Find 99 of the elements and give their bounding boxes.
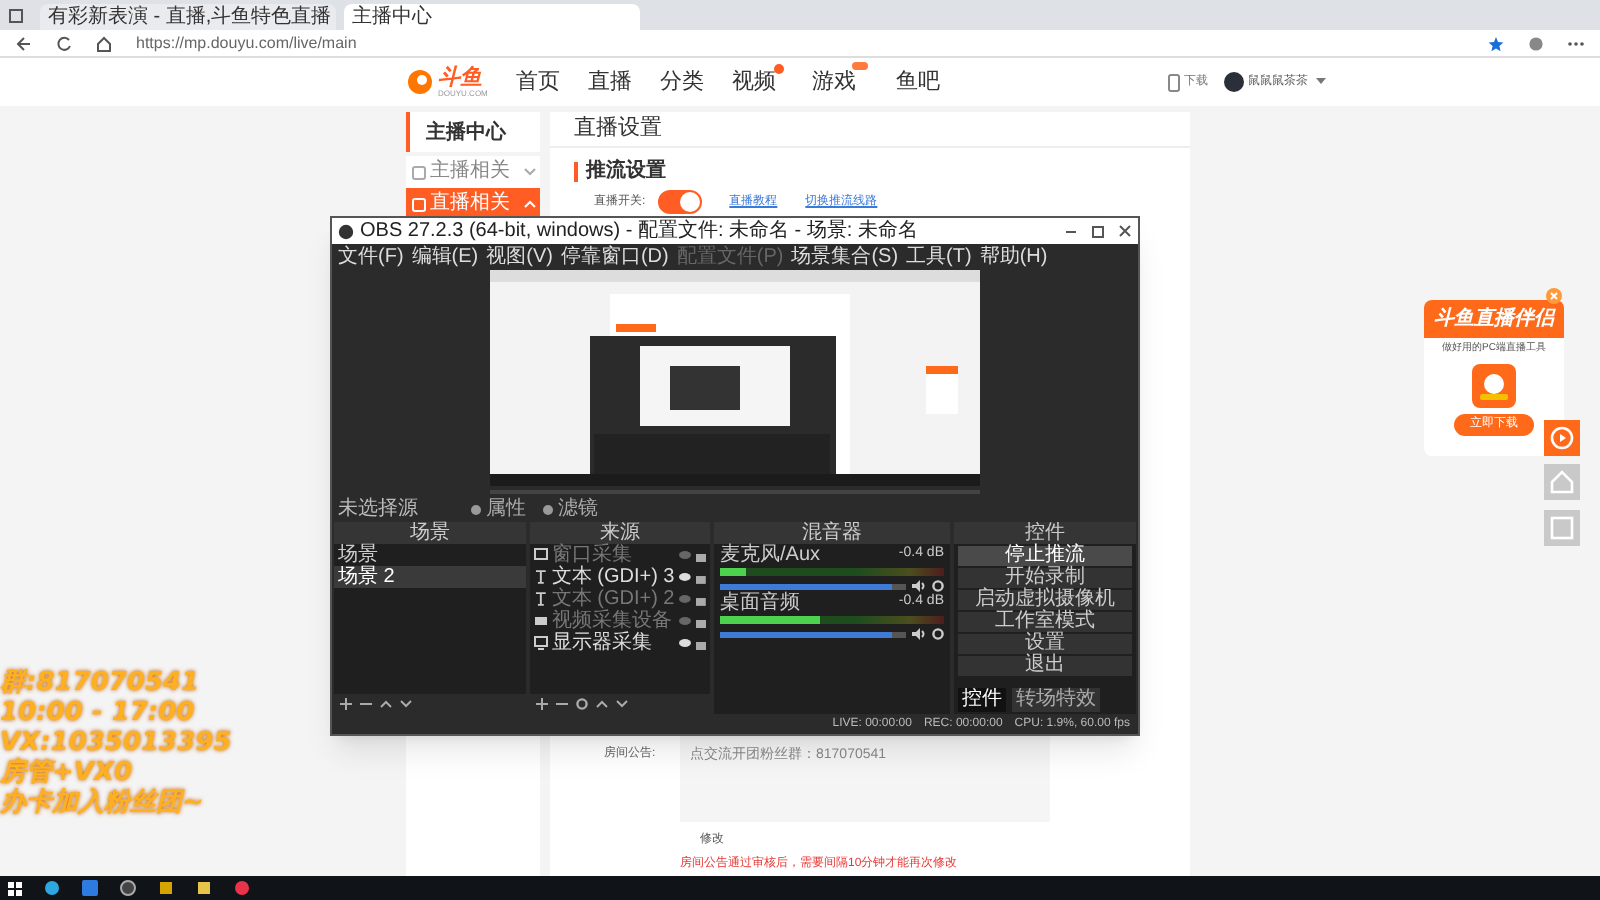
nav-link[interactable]: 分类 (660, 65, 704, 99)
chevron-icon (524, 168, 536, 176)
avatar (1224, 72, 1244, 92)
start-icon (8, 881, 22, 895)
nav-link[interactable]: 首页 (516, 65, 560, 99)
window-title: OBS 27.2.3 (64-bit, windows) - 配置文件: 未命名 - 场景: 未命名 (360, 219, 918, 243)
dock-title: 来源 (530, 522, 710, 544)
overlay-text: VX:1035013395 (0, 728, 232, 758)
overlay-text: 群:817070541 (0, 668, 202, 698)
phone-icon (1168, 73, 1180, 91)
folder-icon (196, 880, 212, 896)
down-icon (400, 698, 412, 710)
expand-icon[interactable] (1544, 510, 1580, 546)
control-button[interactable]: 停止推流 (958, 546, 1132, 566)
sidebar-item-label: 主播相关 (430, 162, 512, 182)
tag-badge-icon (852, 61, 868, 70)
up-icon (596, 698, 608, 710)
fish-logo-icon (406, 68, 434, 96)
play-icon[interactable] (1544, 420, 1580, 456)
logo-text: 斗鱼 (438, 67, 484, 89)
volume-slider[interactable] (720, 631, 906, 637)
source-item[interactable]: 视频采集设备 (552, 611, 674, 631)
app-icon (82, 880, 98, 896)
nav-link[interactable]: 视频 (732, 65, 776, 99)
home-icon[interactable] (1544, 464, 1580, 500)
control-button[interactable]: 工作室模式 (958, 612, 1132, 632)
volume-slider[interactable] (720, 583, 906, 589)
dock-tab[interactable]: 转场特效 (1012, 688, 1100, 712)
control-button[interactable]: 退出 (958, 656, 1132, 676)
dock-tab[interactable]: 控件 (958, 688, 1006, 712)
filters-button[interactable]: 滤镜 (542, 500, 598, 520)
promo-title: 斗鱼直播伴侣 (1424, 300, 1564, 338)
close-icon (1546, 288, 1562, 304)
menu-item[interactable]: 场景集合(S) (791, 247, 899, 267)
star-icon (1488, 35, 1504, 51)
properties-button[interactable]: 属性 (470, 500, 526, 520)
chevron-icon (524, 200, 536, 208)
channel-name: 麦克风/Aux (720, 546, 821, 566)
channel-name: 桌面音频 (720, 594, 800, 614)
source-item[interactable]: 文本 (GDI+) 3 (551, 567, 675, 587)
add-icon (340, 698, 352, 710)
obs-logo-icon (338, 223, 354, 239)
obs-app-icon (120, 880, 136, 896)
up-icon (380, 698, 392, 710)
item-icon (412, 197, 426, 211)
app-icon (158, 880, 174, 896)
text-source-icon (534, 570, 548, 584)
source-item[interactable]: 文本 (GDI+) 2 (551, 589, 675, 609)
browser-tab[interactable]: 主播中心 (344, 4, 640, 30)
nav-link[interactable]: 鱼吧 (896, 65, 940, 99)
remove-icon (360, 698, 372, 710)
menu-item[interactable]: 文件(F) (338, 247, 404, 267)
reload-icon (56, 35, 72, 51)
caret-icon (1316, 78, 1326, 86)
add-icon (536, 698, 548, 710)
no-source-label: 未选择源 (338, 500, 420, 520)
menu-item[interactable]: 编辑(E) (411, 247, 479, 267)
tab-actions-icon (8, 7, 24, 23)
text-source-icon (534, 592, 548, 606)
app-logo-icon (1472, 363, 1516, 407)
source-item[interactable]: 窗口采集 (552, 545, 674, 565)
dock-title: 控件 (954, 522, 1136, 544)
browser-app-icon (44, 880, 60, 896)
display-source-icon (534, 636, 548, 650)
overlay-text: 10:00 - 17:00 (0, 698, 197, 728)
camera-source-icon (534, 614, 548, 628)
control-button[interactable]: 设置 (958, 634, 1132, 654)
control-button[interactable]: 开始录制 (958, 568, 1132, 588)
nav-link[interactable]: 直播 (588, 65, 632, 99)
speaker-icon (912, 580, 926, 592)
home-icon (96, 35, 112, 51)
profile-icon (1528, 35, 1544, 51)
sidebar-item[interactable]: 主播相关 (406, 156, 540, 188)
down-icon (616, 698, 628, 710)
app-icon (234, 880, 250, 896)
section-title: 推流设置 (586, 156, 666, 186)
speaker-icon (912, 628, 926, 640)
remove-icon (556, 698, 568, 710)
item-icon (412, 165, 426, 179)
menu-item[interactable]: 视图(V) (486, 247, 553, 267)
sidebar-title: 主播中心 (426, 118, 506, 147)
address-bar[interactable]: https://mp.douyu.com/live/main (136, 31, 357, 55)
toggle-switch[interactable] (657, 190, 702, 214)
dock-title: 混音器 (714, 522, 950, 544)
menu-item[interactable]: 停靠窗口(D) (560, 247, 669, 267)
control-button[interactable]: 启动虚拟摄像机 (958, 590, 1132, 610)
source-item[interactable]: 显示器采集 (552, 633, 674, 653)
browser-tab[interactable]: 有彩新表演 - 直播,斗鱼特色直播 (40, 4, 336, 30)
scene-item[interactable]: 场景 2 (334, 566, 526, 588)
window-source-icon (534, 548, 548, 562)
menu-item[interactable]: 工具(T) (906, 247, 972, 267)
menu-item[interactable]: 帮助(H) (979, 247, 1048, 267)
scene-item[interactable]: 场景 (334, 544, 526, 566)
page-title: 直播设置 (574, 114, 664, 144)
window-controls-icon (1064, 224, 1132, 238)
nav-link[interactable]: 游戏 (812, 65, 856, 99)
dock-title: 场景 (334, 522, 526, 544)
back-icon (16, 35, 32, 51)
sidebar-item-label: 直播相关 (430, 194, 512, 214)
